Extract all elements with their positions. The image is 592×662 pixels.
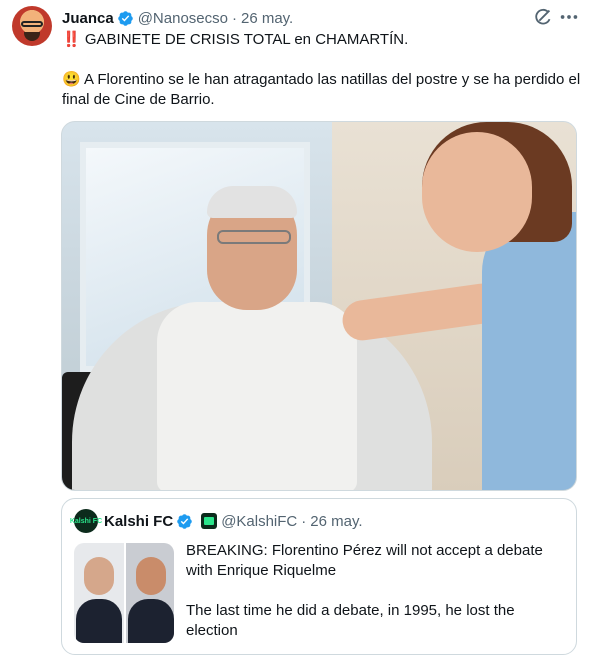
tweet-text-line1: ‼️ GABINETE DE CRISIS TOTAL en CHAMARTÍN… <box>62 31 409 48</box>
quoted-text-para2: The last time he did a debate, in 1995, … <box>186 602 515 639</box>
quoted-author-handle[interactable]: @KalshiFC <box>221 513 297 530</box>
quoted-tweet-timestamp[interactable]: 26 may. <box>310 513 362 530</box>
separator-dot: · <box>231 9 237 27</box>
tweet-text: ‼️ GABINETE DE CRISIS TOTAL en CHAMARTÍN… <box>62 30 582 110</box>
thumbnail-left-person <box>74 543 124 643</box>
avatar-glasses <box>21 21 43 27</box>
quoted-tweet[interactable]: Kalshi FC Kalshi FC @KalshiFC · 26 may. … <box>61 498 577 655</box>
verified-badge-icon <box>177 513 192 529</box>
thumbnail-right-person <box>124 543 174 643</box>
separator-dot: · <box>301 512 307 530</box>
author-avatar[interactable] <box>12 6 52 46</box>
image-man-hair <box>207 186 297 218</box>
author-handle[interactable]: @Nanosecso <box>138 10 228 27</box>
tweet-timestamp[interactable]: 26 may. <box>241 10 293 27</box>
quoted-tweet-header: Kalshi FC Kalshi FC @KalshiFC · 26 may. <box>70 509 363 533</box>
image-nurse-head <box>422 132 532 252</box>
quoted-tweet-text: BREAKING: Florentino Pérez will not acce… <box>186 541 566 641</box>
tweet-media-image[interactable] <box>61 121 577 491</box>
tweet[interactable]: Juanca @Nanosecso · 26 may. ‼️ GABINETE … <box>0 0 592 662</box>
avatar-beard <box>24 32 40 41</box>
tweet-header: Juanca @Nanosecso · 26 may. <box>62 8 293 28</box>
author-display-name[interactable]: Juanca <box>62 10 114 27</box>
more-options-icon[interactable] <box>558 6 580 28</box>
image-man-glasses <box>217 230 291 244</box>
grok-icon[interactable] <box>532 6 554 28</box>
tweet-text-line2: 😃 A Florentino se le han atragantado las… <box>62 71 581 108</box>
verified-badge-icon <box>117 10 133 26</box>
image-nurse-body <box>482 212 576 490</box>
quoted-author-display-name[interactable]: Kalshi FC <box>104 513 173 530</box>
affiliate-badge-icon <box>201 513 218 529</box>
quoted-tweet-thumbnail[interactable] <box>74 543 174 643</box>
quoted-author-avatar[interactable]: Kalshi FC <box>70 509 102 533</box>
quoted-text-para1: BREAKING: Florentino Pérez will not acce… <box>186 542 543 579</box>
image-bib <box>157 302 357 490</box>
